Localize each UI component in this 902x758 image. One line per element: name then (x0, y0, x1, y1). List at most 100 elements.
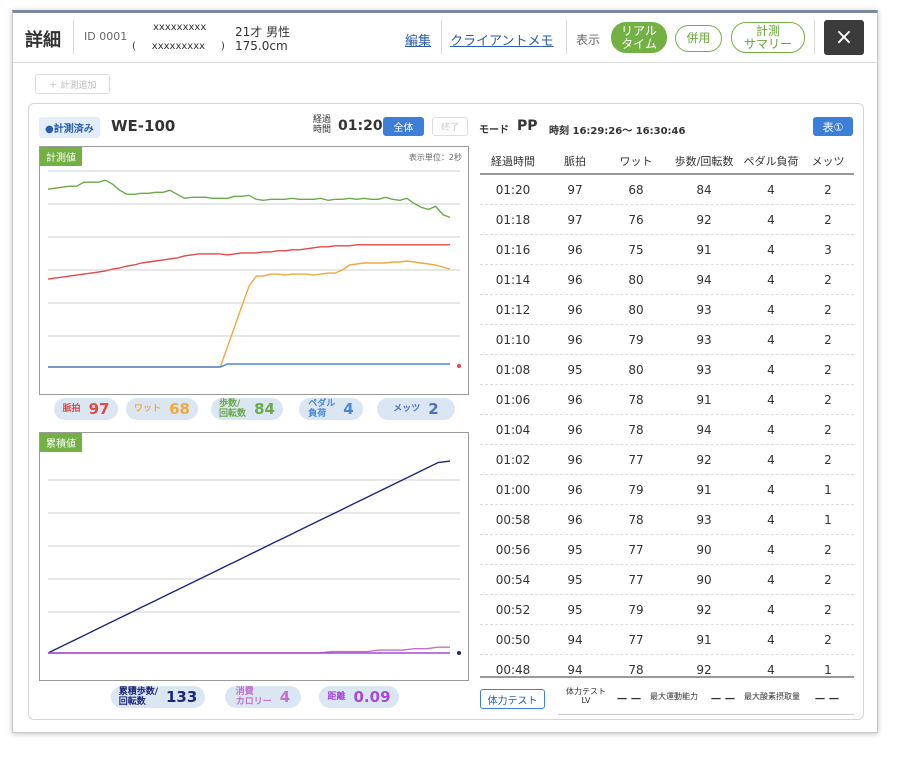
table-cell: 2 (824, 452, 832, 467)
series-line (48, 363, 450, 368)
table-cell: 91 (696, 242, 712, 257)
table-cell: 80 (628, 302, 644, 317)
client-height: 175.0cm (235, 39, 288, 53)
add-measurement-button[interactable]: ＋ 計測追加 (35, 74, 110, 94)
table-cell: 2 (824, 542, 832, 557)
table-cell: 2 (824, 362, 832, 377)
table-row: 01:14 96 80 94 4 2 (480, 265, 854, 295)
table-row: 01:20 97 68 84 4 2 (480, 175, 854, 205)
display-label: 表示 (576, 33, 601, 47)
column-header: 経過時間 (491, 155, 535, 168)
table-cell: 01:02 (495, 452, 531, 467)
table-cell: 4 (767, 362, 775, 377)
realtime-toggle[interactable]: リアル タイム (611, 22, 667, 53)
value-chip-value: 4 (279, 688, 291, 706)
table-row: 01:08 95 80 93 4 2 (480, 355, 854, 385)
value-chip-label: 累積歩数/ 回転数 (118, 687, 158, 707)
measurement-chart: 計測値 表示単位：2秒 (39, 146, 469, 395)
table-cell: 00:58 (495, 512, 531, 527)
fitness-test-button[interactable]: 体力テスト (480, 689, 545, 709)
header-bar: 詳細 ID 0001 xxxxxxxxx ( xxxxxxxxx ) 21才 男… (13, 13, 877, 63)
mode-label: モード (479, 125, 509, 136)
table-cell: 01:18 (495, 212, 531, 227)
table-cell: 2 (824, 392, 832, 407)
table-cell: 96 (567, 392, 583, 407)
value-chip-label: ワット (134, 404, 162, 414)
edit-link[interactable]: 編集 (405, 30, 431, 49)
table-cell: 4 (767, 302, 775, 317)
table-row: 01:06 96 78 91 4 2 (480, 385, 854, 415)
table-cell: 97 (567, 212, 583, 227)
table-row: 00:58 96 78 93 4 1 (480, 505, 854, 535)
table-row: 01:10 96 79 93 4 2 (480, 325, 854, 355)
table-row: 00:54 95 77 90 4 2 (480, 565, 854, 595)
value-chip-label: ペダル 負荷 (308, 399, 336, 419)
value-chip-value: 0.09 (353, 688, 391, 706)
close-button[interactable]: × (824, 20, 864, 55)
table-cell: 92 (696, 662, 712, 676)
end-button: 終了 (432, 117, 468, 136)
table-cell: 79 (628, 602, 644, 617)
table-cell: 68 (628, 182, 644, 197)
current-point-marker (457, 364, 461, 368)
table-cell: 2 (824, 422, 832, 437)
value-chip: ワット 68 (126, 398, 198, 420)
table-cell: 1 (824, 482, 832, 497)
table-cell: 4 (767, 542, 775, 557)
table-view-button[interactable]: 表① (813, 117, 853, 136)
table-cell: 80 (628, 362, 644, 377)
value-chip: 脈拍 97 (54, 398, 118, 420)
table-cell: 1 (824, 512, 832, 527)
max-motor-value: －－ (710, 692, 739, 706)
column-header: 歩数/回転数 (674, 155, 734, 168)
table-cell: 4 (767, 452, 775, 467)
table-cell: 01:16 (495, 242, 531, 257)
table-cell: 94 (696, 422, 712, 437)
view-all-button[interactable]: 全体 (383, 117, 424, 136)
table-cell: 4 (767, 482, 775, 497)
table-cell: 2 (824, 602, 832, 617)
table-cell: 4 (767, 422, 775, 437)
table-cell: 4 (767, 632, 775, 647)
table-cell: 91 (696, 482, 712, 497)
table-cell: 91 (696, 392, 712, 407)
table-cell: 94 (567, 632, 583, 647)
table-header: 経過時間 脈拍 ワット 歩数/回転数 ペダル負荷 メッツ (480, 149, 854, 175)
table-row: 00:50 94 77 91 4 2 (480, 625, 854, 655)
table-cell: 2 (824, 572, 832, 587)
cumulative-chart: 累積値 (39, 432, 469, 681)
table-cell: 95 (567, 572, 583, 587)
mode-value: PP (517, 118, 538, 134)
measurement-table: 経過時間 脈拍 ワット 歩数/回転数 ペダル負荷 メッツ 01:20 97 68 84 4 2 01:… (480, 149, 854, 675)
table-cell: 4 (767, 602, 775, 617)
series-line (47, 460, 451, 654)
display-unit-note: 表示単位：2秒 (408, 153, 462, 162)
table-cell: 1 (824, 662, 832, 676)
table-cell: 96 (567, 272, 583, 287)
value-chip-value: 68 (169, 400, 190, 418)
fitness-lv-label: 体力テスト LV (566, 687, 606, 705)
table-cell: 77 (628, 632, 644, 647)
close-icon: × (834, 25, 854, 50)
summary-toggle[interactable]: 計測 サマリー (731, 22, 805, 53)
value-chip-value: 4 (343, 400, 354, 418)
table-cell: 75 (628, 242, 644, 257)
table-cell: 4 (767, 242, 775, 257)
value-chip-label: 歩数/ 回転数 (219, 399, 247, 419)
value-chip-label: 消費 カロリー (235, 687, 272, 707)
combined-toggle[interactable]: 併用 (675, 25, 722, 52)
table-row: 00:56 95 77 90 4 2 (480, 535, 854, 565)
table-cell: 96 (567, 512, 583, 527)
table-body[interactable]: 01:20 97 68 84 4 2 01:18 97 76 92 4 2 01:16 96 75 91 4 3 0… (480, 175, 854, 675)
client-memo-link[interactable]: クライアントメモ (450, 30, 553, 49)
table-cell: 78 (628, 422, 644, 437)
table-cell: 94 (567, 662, 583, 676)
table-cell: 4 (767, 512, 775, 527)
table-row: 01:16 96 75 91 4 3 (480, 235, 854, 265)
table-cell: 01:12 (495, 302, 531, 317)
value-chip-label: メッツ (393, 404, 421, 414)
table-cell: 4 (767, 392, 775, 407)
series-line (47, 179, 451, 219)
divider (441, 20, 442, 54)
table-cell: 2 (824, 182, 832, 197)
